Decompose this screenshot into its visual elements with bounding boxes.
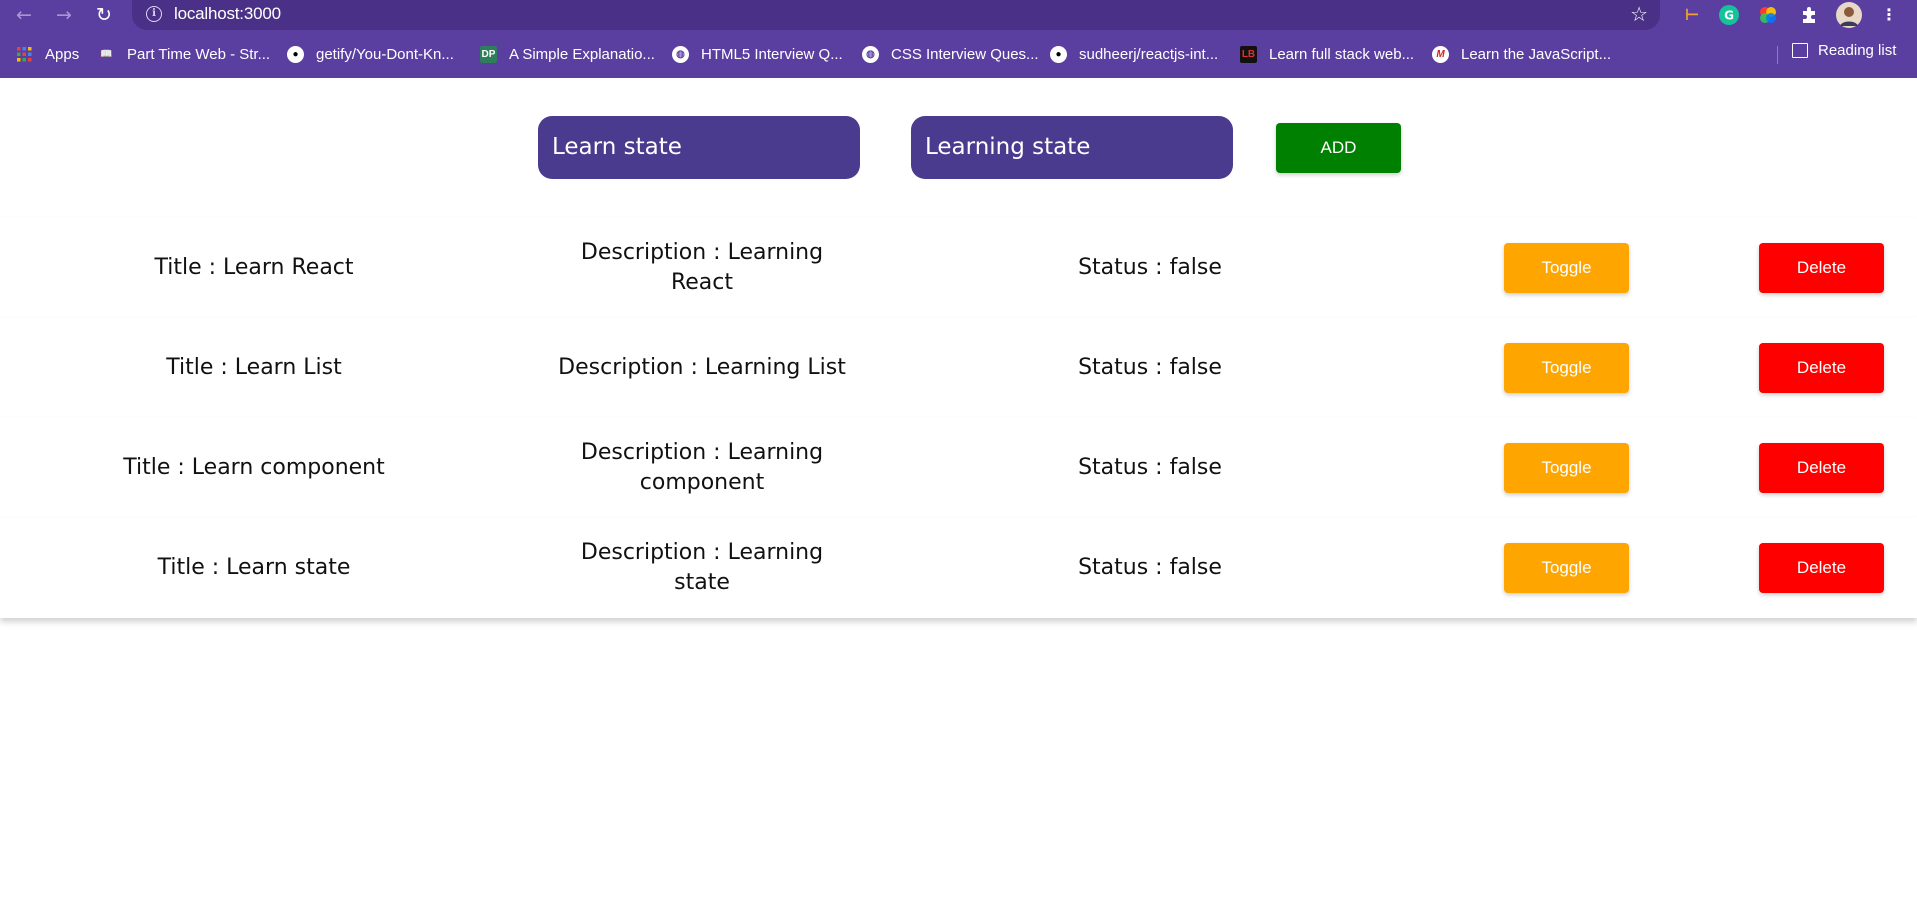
bookmark-label: sudheerj/reactjs-int... bbox=[1079, 45, 1219, 63]
reading-list-icon bbox=[1792, 43, 1808, 58]
color-picker-icon[interactable] bbox=[1756, 2, 1780, 28]
extensions-puzzle-icon[interactable] bbox=[1797, 2, 1821, 28]
apps-grid-icon bbox=[16, 46, 33, 63]
todo-row: Title : Learn React Description : Learni… bbox=[0, 218, 1917, 318]
bookmarks-separator bbox=[1777, 46, 1778, 64]
bookmark-star-icon[interactable]: ☆ bbox=[1630, 2, 1648, 26]
title-input[interactable]: Learn state bbox=[538, 116, 860, 179]
reading-list-button[interactable]: Reading list bbox=[1792, 42, 1896, 59]
delete-button[interactable]: Delete bbox=[1759, 443, 1884, 493]
bookmark-learn-javascript[interactable]: M Learn the JavaScript... bbox=[1432, 42, 1611, 66]
bookmark-apps[interactable]: Apps bbox=[16, 42, 79, 66]
grammarly-icon[interactable]: G bbox=[1717, 2, 1741, 28]
browser-menu-icon[interactable]: ⋮ bbox=[1879, 2, 1899, 28]
bookmarks-bar: Apps 📖 Part Time Web - Str... ● getify/Y… bbox=[0, 40, 1917, 70]
url-text[interactable]: localhost:3000 bbox=[174, 4, 281, 24]
bookmark-label: A Simple Explanatio... bbox=[509, 45, 655, 63]
site-info-icon[interactable]: i bbox=[146, 6, 162, 22]
todo-status: Status : false bbox=[1078, 455, 1222, 480]
back-icon[interactable]: ← bbox=[12, 3, 36, 27]
lb-icon: LB bbox=[1240, 45, 1257, 63]
github-icon: ● bbox=[287, 45, 304, 63]
toggle-button[interactable]: Toggle bbox=[1504, 343, 1629, 393]
globe-icon: ◍ bbox=[672, 45, 689, 63]
bookmark-label: Part Time Web - Str... bbox=[127, 45, 271, 63]
bookmark-sudheerj[interactable]: ● sudheerj/reactjs-int... bbox=[1050, 42, 1218, 66]
todo-title: Title : Learn state bbox=[157, 555, 351, 580]
todo-form: Learn state Learning state ADD bbox=[0, 78, 1917, 218]
extension-flag-icon[interactable]: ⊢ bbox=[1680, 2, 1704, 28]
svg-text:G: G bbox=[1724, 9, 1734, 23]
profile-avatar[interactable] bbox=[1836, 2, 1862, 28]
todo-description: Description : Learning component bbox=[580, 440, 824, 495]
reading-list-label: Reading list bbox=[1818, 42, 1897, 59]
add-button[interactable]: ADD bbox=[1276, 123, 1401, 173]
bookmark-part-time-web[interactable]: 📖 Part Time Web - Str... bbox=[98, 42, 270, 66]
dp-icon: DP bbox=[480, 45, 497, 63]
reload-icon[interactable]: ↻ bbox=[92, 3, 116, 27]
todo-title: Title : Learn List bbox=[166, 355, 342, 380]
book-icon: 📖 bbox=[100, 48, 113, 60]
todo-title: Title : Learn component bbox=[123, 455, 385, 480]
m-icon: M bbox=[1432, 45, 1449, 63]
delete-button[interactable]: Delete bbox=[1759, 243, 1884, 293]
bookmark-simple-explanation[interactable]: DP A Simple Explanatio... bbox=[480, 42, 655, 66]
toggle-button[interactable]: Toggle bbox=[1504, 543, 1629, 593]
todo-list: Title : Learn React Description : Learni… bbox=[0, 218, 1917, 618]
bookmark-css-interview[interactable]: ◍ CSS Interview Ques... bbox=[862, 42, 1039, 66]
todo-title: Title : Learn React bbox=[154, 255, 354, 280]
description-input[interactable]: Learning state bbox=[911, 116, 1233, 179]
bookmark-label: Learn the JavaScript... bbox=[1461, 45, 1612, 63]
todo-description: Description : Learning React bbox=[580, 240, 824, 295]
todo-status: Status : false bbox=[1078, 355, 1222, 380]
todo-description: Description : Learning state bbox=[580, 540, 824, 595]
todo-description: Description : Learning List bbox=[558, 355, 846, 380]
bookmark-label: getify/You-Dont-Kn... bbox=[316, 45, 454, 63]
browser-chrome: ← → ↻ i localhost:3000 ☆ ⊢ G ⋮ Apps 📖 Pa… bbox=[0, 0, 1917, 78]
address-bar[interactable]: i localhost:3000 ☆ bbox=[132, 0, 1660, 30]
todo-row: Title : Learn state Description : Learni… bbox=[0, 518, 1917, 618]
todo-status: Status : false bbox=[1078, 555, 1222, 580]
todo-status: Status : false bbox=[1078, 255, 1222, 280]
delete-button[interactable]: Delete bbox=[1759, 543, 1884, 593]
bookmark-getify[interactable]: ● getify/You-Dont-Kn... bbox=[287, 42, 454, 66]
bookmark-label: HTML5 Interview Q... bbox=[701, 45, 843, 63]
bookmark-label: Learn full stack web... bbox=[1269, 45, 1415, 63]
globe-icon: ◍ bbox=[862, 45, 879, 63]
delete-button[interactable]: Delete bbox=[1759, 343, 1884, 393]
browser-toolbar: ← → ↻ i localhost:3000 ☆ ⊢ G ⋮ bbox=[0, 0, 1917, 30]
toggle-button[interactable]: Toggle bbox=[1504, 243, 1629, 293]
bookmark-learn-full-stack[interactable]: LB Learn full stack web... bbox=[1240, 42, 1414, 66]
todo-row: Title : Learn component Description : Le… bbox=[0, 418, 1917, 518]
bookmark-label: CSS Interview Ques... bbox=[891, 45, 1039, 63]
github-icon: ● bbox=[1050, 45, 1067, 63]
toggle-button[interactable]: Toggle bbox=[1504, 443, 1629, 493]
todo-row: Title : Learn List Description : Learnin… bbox=[0, 318, 1917, 418]
forward-icon[interactable]: → bbox=[52, 3, 76, 27]
bookmark-label: Apps bbox=[45, 45, 80, 63]
bookmark-html5-interview[interactable]: ◍ HTML5 Interview Q... bbox=[672, 42, 843, 66]
